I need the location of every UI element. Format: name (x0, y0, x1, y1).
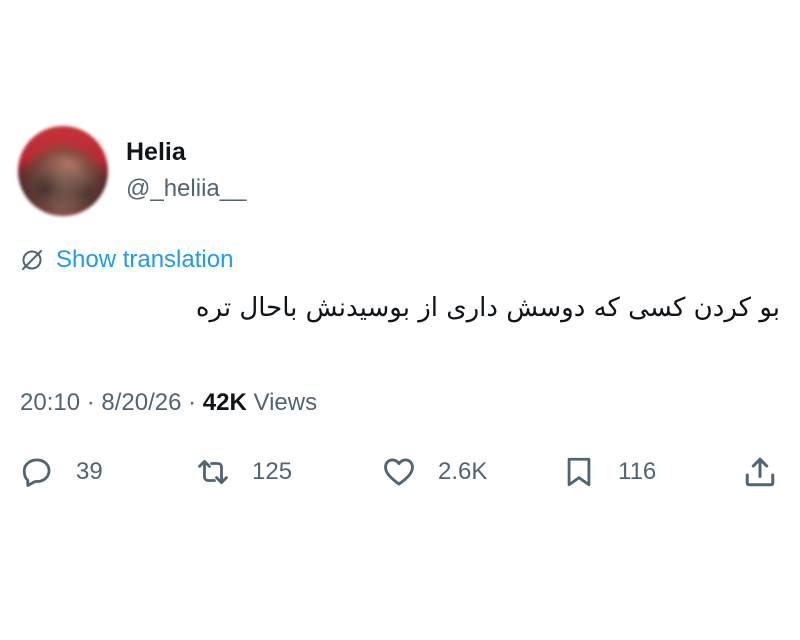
tweet-meta: 20:10 · 8/20/26 · 42K Views (20, 386, 317, 420)
translate-icon (22, 250, 42, 270)
avatar-image (18, 126, 108, 216)
tweet-time[interactable]: 20:10 (20, 389, 80, 416)
tweet-card: Helia @_heliia__ Show translation بو کرد… (0, 0, 800, 640)
retweet-button[interactable]: 125 (196, 450, 292, 494)
share-icon (745, 457, 775, 487)
meta-separator: · (80, 389, 102, 416)
tweet-date[interactable]: 8/20/26 (101, 389, 181, 416)
reply-button[interactable]: 39 (20, 450, 103, 494)
reply-count: 39 (76, 458, 103, 485)
like-button[interactable]: 2.6K (382, 450, 487, 494)
like-count: 2.6K (438, 458, 488, 485)
bookmark-icon (567, 457, 591, 487)
meta-separator: · (181, 389, 203, 416)
bookmark-count: 116 (618, 458, 657, 485)
views-label: Views (246, 389, 318, 416)
reply-icon (22, 458, 51, 487)
author-handle[interactable]: @_heliia__ (126, 174, 246, 204)
tweet-text: بو کردن کسی که دوسش داری از بوسیدنش باحا… (195, 293, 780, 323)
retweet-icon (198, 459, 228, 485)
avatar[interactable] (18, 126, 108, 216)
heart-icon (384, 458, 414, 486)
retweet-count: 125 (252, 458, 293, 485)
show-translation-button[interactable]: Show translation (20, 244, 233, 276)
views-count[interactable]: 42K (203, 389, 247, 416)
bookmark-button[interactable]: 116 (562, 450, 656, 494)
action-bar: 39 125 2.6K 116 (0, 450, 800, 494)
show-translation-label: Show translation (56, 246, 234, 273)
share-button[interactable] (742, 450, 778, 494)
author-name[interactable]: Helia (126, 137, 186, 167)
